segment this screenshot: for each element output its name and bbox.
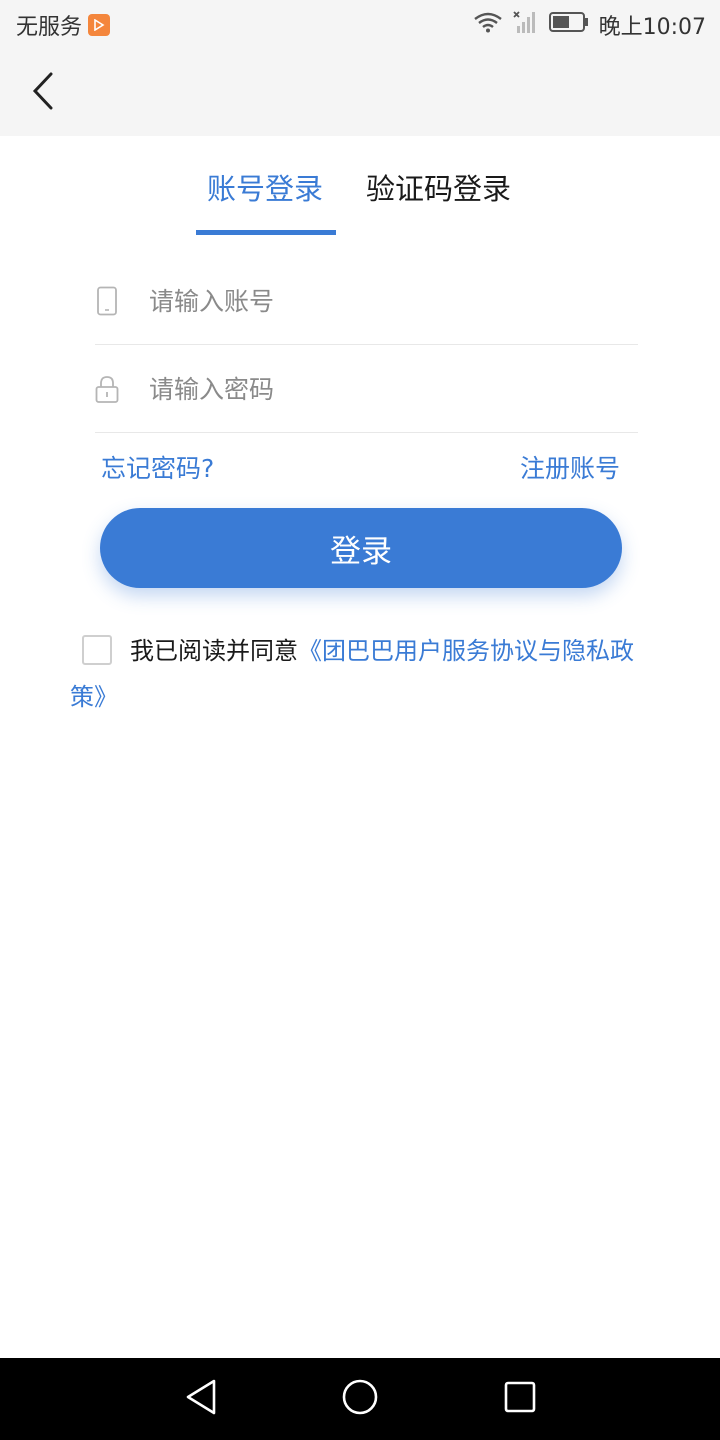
app-notification-icon	[88, 14, 111, 36]
chevron-left-icon	[31, 72, 55, 114]
agreement-row: 我已阅读并同意《团巴巴用户服务协议与隐私政策》	[70, 628, 650, 720]
tab-code-login[interactable]: 验证码登录	[366, 166, 511, 208]
status-right: 晚上10:07	[473, 9, 706, 41]
carrier-label: 无服务	[16, 15, 83, 40]
phone-icon	[95, 285, 119, 317]
square-recents-icon	[503, 1380, 537, 1418]
top-bar	[0, 50, 720, 136]
wifi-icon	[473, 11, 503, 39]
agreement-checkbox[interactable]	[82, 635, 112, 665]
active-tab-indicator	[196, 230, 336, 235]
clock-time: 晚上10:07	[598, 15, 706, 40]
status-left: 无服务	[16, 9, 111, 41]
password-field-row	[95, 346, 638, 433]
status-bar: 无服务 晚上10:07	[0, 0, 720, 50]
nav-back-button[interactable]	[180, 1378, 222, 1420]
account-input[interactable]	[147, 285, 591, 317]
login-button[interactable]: 登录	[100, 508, 622, 588]
forgot-password-link[interactable]: 忘记密码?	[101, 449, 214, 485]
register-link[interactable]: 注册账号	[520, 449, 620, 485]
login-tabs: 账号登录 验证码登录	[0, 136, 720, 246]
agreement-prefix: 我已阅读并同意	[130, 637, 298, 665]
back-button[interactable]	[18, 68, 68, 118]
system-nav-bar	[0, 1358, 720, 1440]
nav-home-button[interactable]	[339, 1378, 381, 1420]
nav-recents-button[interactable]	[499, 1378, 541, 1420]
tab-account-login[interactable]: 账号登录	[207, 166, 323, 208]
circle-home-icon	[341, 1378, 379, 1420]
signal-icon	[512, 10, 539, 40]
password-input[interactable]	[147, 373, 591, 405]
account-field-row	[95, 258, 638, 345]
lock-icon	[95, 373, 119, 405]
battery-icon	[548, 11, 589, 39]
triangle-back-icon	[184, 1379, 218, 1419]
